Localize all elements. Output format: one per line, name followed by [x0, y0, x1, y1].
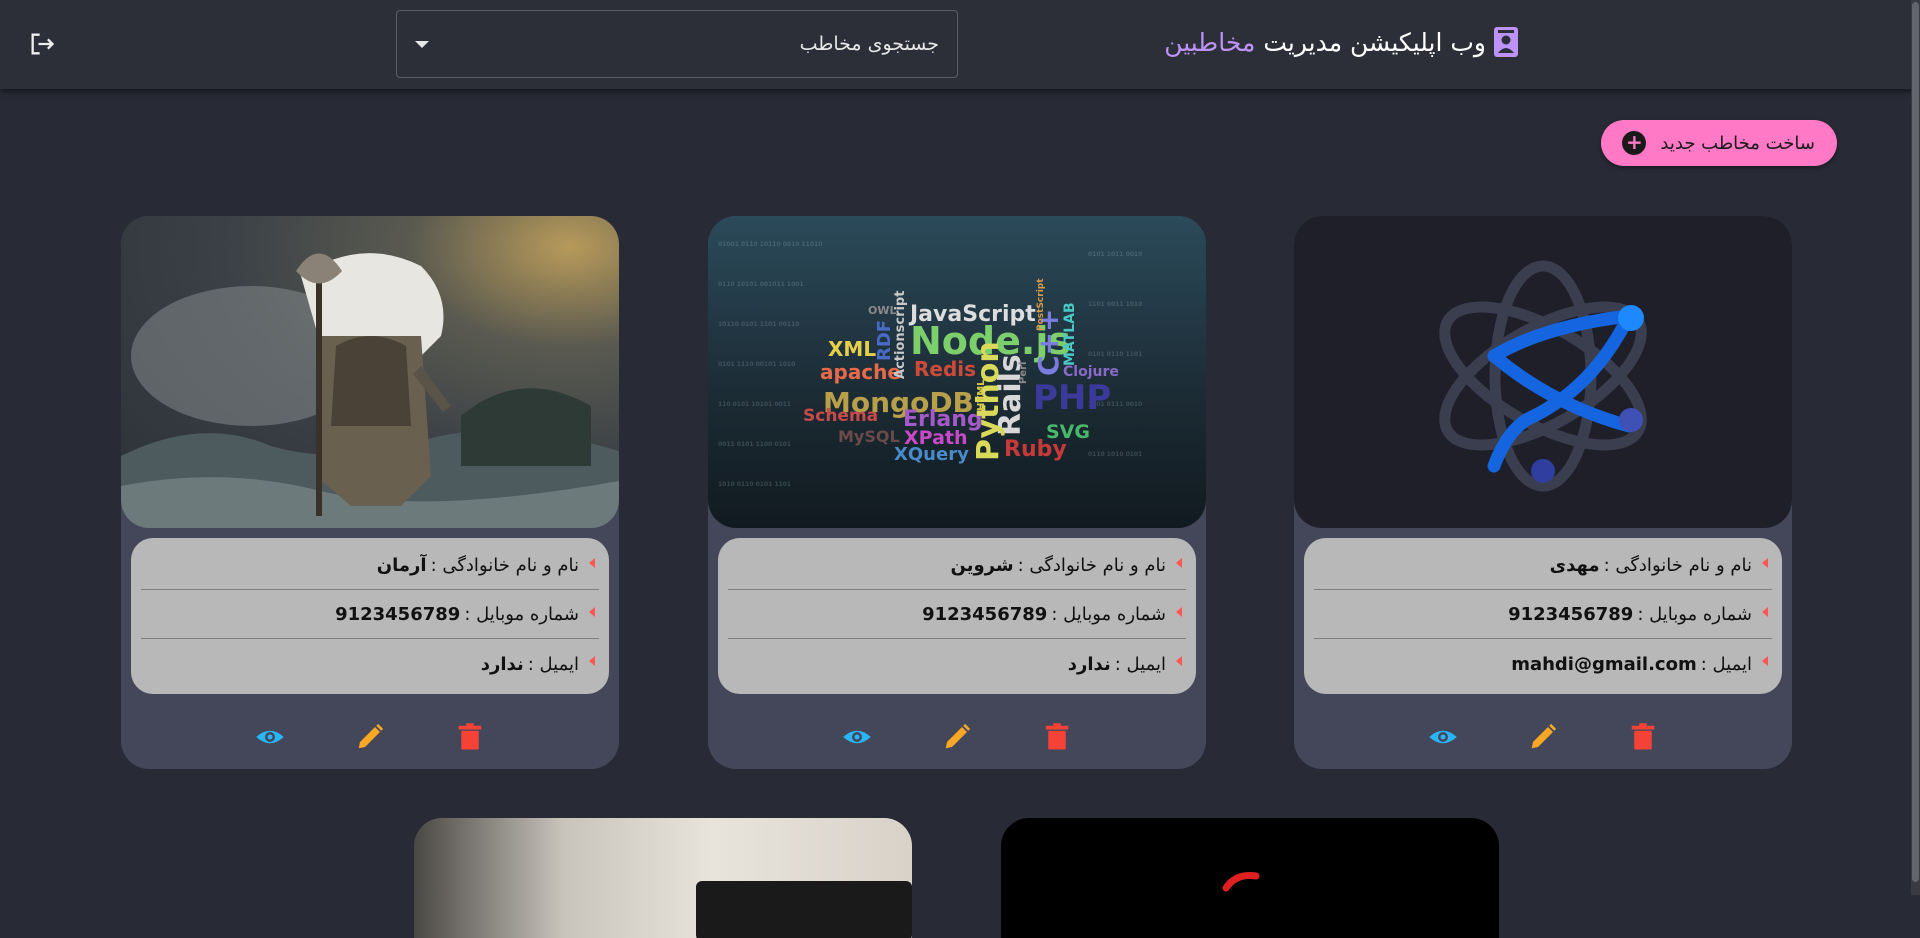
- warrior-image: [121, 253, 619, 528]
- contact-info: نام و نام خانوادگی : مهدی شماره موبایل :9…: [1304, 538, 1782, 694]
- new-contact-button[interactable]: ساخت مخاطب جدید +: [1601, 120, 1837, 166]
- svg-text:0101 1011 0010: 0101 1011 0010: [1088, 251, 1142, 258]
- wordcloud-word: Redis: [914, 357, 976, 381]
- svg-text:01001 0110 10110 0010 11010: 01001 0110 10110 0010 11010: [718, 241, 822, 248]
- contact-photo: [696, 881, 912, 938]
- edit-pencil-icon[interactable]: [1528, 722, 1558, 752]
- scrollbar-thumb[interactable]: [1912, 2, 1919, 882]
- svg-text:0011 0101 1100 0101: 0011 0101 1100 0101: [718, 441, 791, 448]
- contact-photo: 01001 0110 10110 0010 11010 0110 10101 00…: [708, 216, 1206, 528]
- bullet-icon: [1176, 607, 1182, 617]
- wordcloud-word: MATLAB: [1062, 302, 1078, 366]
- wordcloud-word: XQuery: [894, 444, 969, 465]
- edit-pencil-icon[interactable]: [942, 722, 972, 752]
- contact-mobile-row: شماره موبایل :9123456789: [728, 591, 1186, 639]
- svg-text:0110 10101 001011 1001: 0110 10101 001011 1001: [718, 281, 804, 288]
- wordcloud-word: PHP: [1033, 378, 1111, 418]
- view-eye-icon[interactable]: [255, 722, 285, 752]
- contact-book-icon: [1494, 27, 1518, 57]
- contact-mobile: 9123456789: [335, 604, 461, 625]
- bullet-icon: [1176, 558, 1182, 568]
- svg-text:0101 0110 1101: 0101 0110 1101: [1088, 351, 1142, 358]
- contact-card-partial: [1001, 818, 1499, 938]
- bullet-icon: [1762, 607, 1768, 617]
- contact-email-row: ایمیل : ندارد: [728, 640, 1186, 688]
- app-title-text: وب اپلیکیشن مدیریت: [1263, 27, 1486, 57]
- new-contact-label: ساخت مخاطب جدید: [1660, 132, 1815, 154]
- search-placeholder: جستجوی مخاطب: [799, 33, 939, 55]
- contact-email-row: ایمیل : mahdi@gmail.com: [1314, 640, 1772, 688]
- contact-name: مهدی: [1549, 555, 1600, 576]
- contact-mobile: 9123456789: [922, 604, 1048, 625]
- app-title-accent: مخاطبین: [1164, 27, 1256, 57]
- wordcloud-word: HTML: [976, 379, 987, 411]
- svg-text:1010 0110 0101 1101: 1010 0110 0101 1101: [718, 481, 791, 488]
- contact-name: شروین: [950, 555, 1014, 576]
- search-contact-select[interactable]: جستجوی مخاطب: [396, 10, 958, 78]
- view-eye-icon[interactable]: [1428, 722, 1458, 752]
- atom-logo-image: [1439, 260, 1647, 492]
- contact-photo: [1222, 872, 1260, 892]
- wordcloud-word: Schema: [803, 406, 878, 426]
- contact-mobile-row: شماره موبایل :9123456789: [1314, 591, 1772, 639]
- contact-actions: [708, 714, 1206, 758]
- contact-card: نام و نام خانوادگی : آرمان شماره موبایل :…: [121, 216, 619, 769]
- wordcloud-word: MySQL: [838, 427, 900, 446]
- contact-mobile-row: شماره موبایل :9123456789: [141, 591, 599, 639]
- scrollbar[interactable]: [1911, 0, 1920, 895]
- bullet-icon: [1762, 656, 1768, 666]
- bullet-icon: [589, 656, 595, 666]
- edit-pencil-icon[interactable]: [355, 722, 385, 752]
- wordcloud-word: XML: [828, 337, 876, 361]
- contact-info: نام و نام خانوادگی : شروین شماره موبایل :…: [718, 538, 1196, 694]
- view-eye-icon[interactable]: [842, 722, 872, 752]
- bullet-icon: [1762, 558, 1768, 568]
- contact-actions: [121, 714, 619, 758]
- contact-mobile: 9123456789: [1508, 604, 1634, 625]
- bullet-icon: [589, 558, 595, 568]
- contact-card: 01001 0110 10110 0010 11010 0110 10101 00…: [708, 216, 1206, 769]
- delete-trash-icon[interactable]: [455, 722, 485, 752]
- wordcloud-word: Clojure: [1063, 364, 1119, 380]
- contact-info: نام و نام خانوادگی : آرمان شماره موبایل :…: [131, 538, 609, 694]
- wordcloud-word: PostScript: [1036, 278, 1046, 331]
- contact-actions: [1294, 714, 1792, 758]
- contact-name-row: نام و نام خانوادگی : مهدی: [1314, 542, 1772, 590]
- bullet-icon: [1176, 656, 1182, 666]
- svg-text:1101 0011 1010: 1101 0011 1010: [1088, 301, 1142, 308]
- delete-trash-icon[interactable]: [1628, 722, 1658, 752]
- contact-name-row: نام و نام خانوادگی : شروین: [728, 542, 1186, 590]
- wordcloud-word: apache: [820, 360, 901, 384]
- contact-email: ندارد: [480, 653, 524, 675]
- bullet-icon: [589, 607, 595, 617]
- svg-text:0101 1110 00101 1010: 0101 1110 00101 1010: [718, 361, 795, 368]
- app-title: وب اپلیکیشن مدیریت مخاطبین: [1164, 22, 1520, 62]
- logout-icon[interactable]: [28, 30, 56, 58]
- contact-photo: [1294, 216, 1792, 528]
- contact-email: mahdi@gmail.com: [1511, 653, 1697, 675]
- contact-card-partial: [414, 818, 912, 938]
- contact-email-row: ایمیل : ندارد: [141, 640, 599, 688]
- contact-photo: [121, 216, 619, 528]
- wordcloud-word: Ruby: [1004, 437, 1067, 462]
- app-header: جستجوی مخاطب وب اپلیکیشن مدیریت مخاطبین: [0, 0, 1920, 89]
- plus-circle-icon: +: [1622, 131, 1647, 155]
- delete-trash-icon[interactable]: [1042, 722, 1072, 752]
- contact-name: آرمان: [376, 555, 427, 576]
- wordcloud-word: RDF: [874, 320, 895, 361]
- wordcloud-word: OWL: [868, 304, 897, 317]
- wordcloud-word: Perl: [1018, 362, 1029, 384]
- contact-email: ندارد: [1067, 653, 1111, 675]
- svg-text:0110 1010 0101: 0110 1010 0101: [1088, 451, 1142, 458]
- svg-text:110 0101 10101 0011: 110 0101 10101 0011: [718, 401, 791, 408]
- wordcloud-image: 01001 0110 10110 0010 11010 0110 10101 00…: [718, 241, 1142, 488]
- svg-text:10110 0101 1101 00110: 10110 0101 1101 00110: [718, 321, 799, 328]
- contact-card: نام و نام خانوادگی : مهدی شماره موبایل :9…: [1294, 216, 1792, 769]
- chevron-down-icon[interactable]: [415, 41, 429, 48]
- contact-name-row: نام و نام خانوادگی : آرمان: [141, 542, 599, 590]
